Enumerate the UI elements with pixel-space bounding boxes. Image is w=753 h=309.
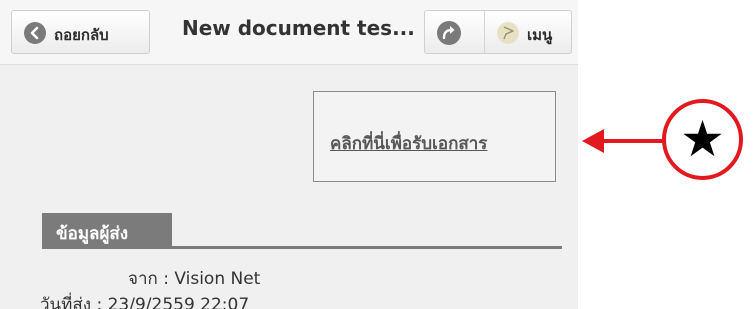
mail-panel: ถอยกลับ New document tes... เมนู คลิกที่… xyxy=(0,0,578,309)
colon-separator: : xyxy=(96,295,108,309)
share-icon[interactable] xyxy=(437,21,461,45)
star-icon: ★ xyxy=(680,110,725,168)
download-link[interactable]: คลิกที่นี่เพื่อรับเอกสาร xyxy=(330,130,487,157)
document-title: New document tes... xyxy=(182,16,415,40)
date-value: 23/9/2559 22:07 xyxy=(107,295,250,309)
star-annotation: ★ xyxy=(662,99,743,180)
from-field: จาก : Vision Net xyxy=(128,265,260,292)
menu-label: เมนู xyxy=(527,26,553,44)
sender-section-title: ข้อมูลผู้ส่ง xyxy=(42,213,172,247)
from-label: จาก xyxy=(128,269,158,289)
colon-separator: : xyxy=(163,269,175,289)
toolbar-actions: เมนู xyxy=(424,10,572,54)
date-field: วันที่ส่ง : 23/9/2559 22:07 xyxy=(40,291,249,309)
section-divider xyxy=(42,246,562,249)
back-label: ถอยกลับ xyxy=(54,26,109,44)
download-box: คลิกที่นี่เพื่อรับเอกสาร xyxy=(313,91,556,182)
date-label: วันที่ส่ง xyxy=(40,295,92,309)
from-value: Vision Net xyxy=(174,269,261,289)
back-arrow-icon xyxy=(24,22,46,44)
pointer-arrow-icon xyxy=(582,129,664,153)
toolbar-separator xyxy=(484,11,485,53)
back-button[interactable]: ถอยกลับ xyxy=(11,10,150,54)
toolbar: ถอยกลับ New document tes... เมนู xyxy=(0,0,578,65)
flag-icon xyxy=(497,22,519,44)
